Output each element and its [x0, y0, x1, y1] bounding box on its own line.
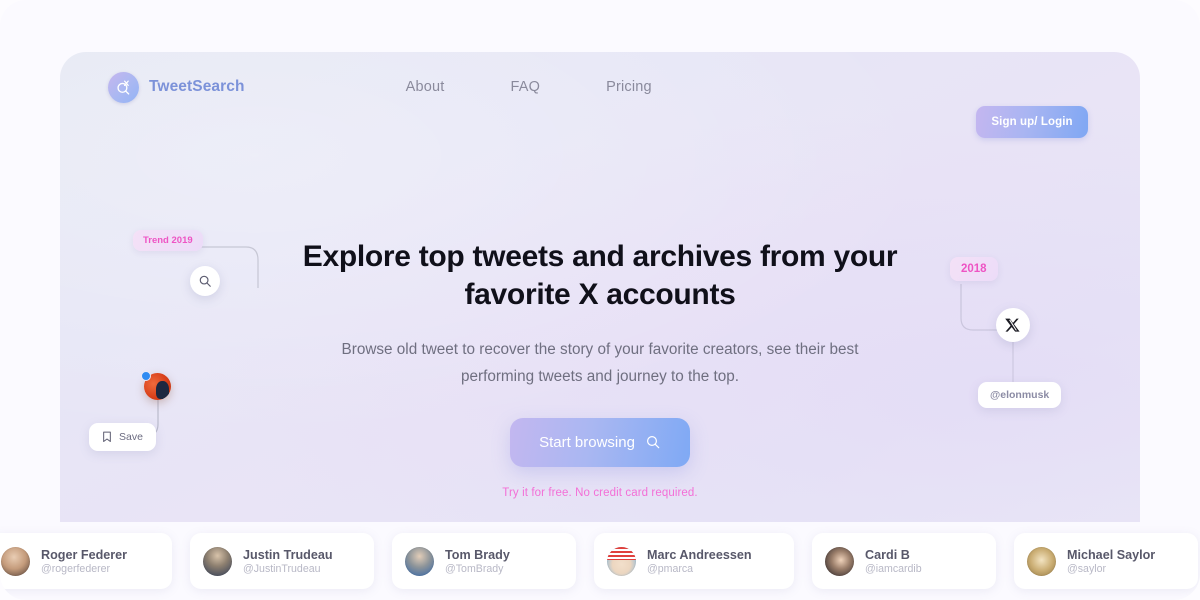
- page-root: TweetSearch About FAQ Pricing Sign up/ L…: [0, 0, 1200, 600]
- search-icon: [646, 436, 660, 449]
- nav-link-about[interactable]: About: [406, 79, 445, 95]
- nav-link-faq[interactable]: FAQ: [510, 79, 540, 95]
- creator-card[interactable]: Justin Trudeau @JustinTrudeau: [190, 533, 374, 589]
- creator-handle: @JustinTrudeau: [243, 562, 321, 575]
- creator-handle: @rogerfederer: [41, 562, 111, 575]
- creator-handle: @pmarca: [647, 562, 694, 575]
- avatar: [1, 546, 30, 576]
- cta-group: Start browsing Try it for free. No credi…: [60, 417, 1140, 499]
- creator-card[interactable]: Roger Federer @rogerfederer: [0, 533, 172, 589]
- start-browsing-label: Start browsing: [539, 433, 635, 451]
- cta-note: Try it for free. No credit card required…: [502, 486, 698, 499]
- creator-handle: @saylor: [1067, 562, 1107, 575]
- start-browsing-button[interactable]: Start browsing: [510, 417, 690, 467]
- search-x-logo-icon: [108, 71, 139, 103]
- signup-login-button[interactable]: Sign up/ Login: [976, 106, 1088, 138]
- creator-name: Michael Saylor: [1067, 547, 1156, 562]
- nav-link-pricing[interactable]: Pricing: [606, 79, 652, 95]
- creator-card[interactable]: Tom Brady @TomBrady: [392, 533, 576, 589]
- creator-name: Tom Brady: [445, 547, 510, 562]
- brand-name: TweetSearch: [149, 78, 245, 95]
- avatar: [607, 546, 636, 576]
- hero-copy: Explore top tweets and archives from you…: [60, 238, 1140, 499]
- top-navbar: TweetSearch About FAQ Pricing Sign up/ L…: [60, 52, 1140, 138]
- creator-card[interactable]: Michael Saylor @saylor: [1014, 533, 1198, 589]
- creator-name: Cardi B: [865, 547, 910, 562]
- nav-links: About FAQ Pricing: [406, 79, 652, 95]
- creator-name: Justin Trudeau: [243, 547, 333, 562]
- creator-handle: @TomBrady: [445, 562, 504, 575]
- avatar: [203, 546, 232, 576]
- avatar: [405, 546, 434, 576]
- hero-panel: TweetSearch About FAQ Pricing Sign up/ L…: [60, 52, 1140, 522]
- creator-name: Marc Andreessen: [647, 547, 752, 562]
- brand-logo[interactable]: TweetSearch: [108, 71, 245, 103]
- creator-card[interactable]: Cardi B @iamcardib: [812, 533, 996, 589]
- creator-cards-strip: Roger Federer @rogerfederer Justin Trude…: [0, 522, 1200, 600]
- creator-handle: @iamcardib: [865, 562, 922, 575]
- page-title: Explore top tweets and archives from you…: [302, 240, 898, 312]
- creator-name: Roger Federer: [41, 547, 128, 562]
- avatar: [1027, 546, 1056, 576]
- creator-card[interactable]: Marc Andreessen @pmarca: [594, 533, 794, 589]
- avatar: [825, 546, 854, 576]
- hero-subhead: Browse old tweet to recover the story of…: [341, 341, 859, 386]
